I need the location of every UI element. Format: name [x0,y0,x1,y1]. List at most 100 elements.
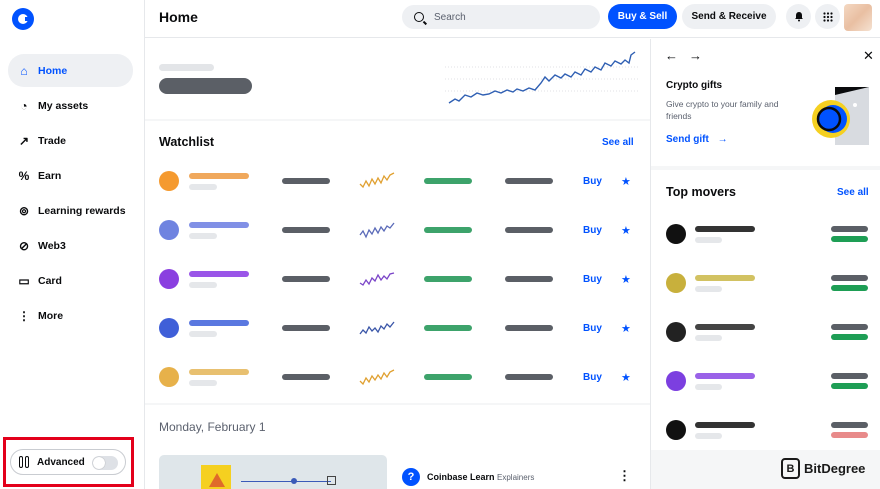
coin-symbol-placeholder [189,184,217,190]
trend-icon: ↗ [18,133,30,148]
thumbnail-square [327,476,336,485]
watchlist-row[interactable]: Buy ★ [145,205,650,254]
coin-symbol-placeholder [695,286,722,292]
watchlist-see-all-link[interactable]: See all [602,137,634,148]
coinbase-learn-icon: ? [402,468,420,486]
mover-row[interactable] [651,357,880,406]
percent-icon: % [18,168,30,183]
change-placeholder [424,325,472,331]
sidebar-item-home[interactable]: ⌂ Home [8,54,133,87]
balance-label-placeholder [159,64,214,71]
coin-name-placeholder [695,422,755,428]
sidebar-item-earn[interactable]: % Earn [8,159,133,192]
mover-row[interactable] [651,308,880,357]
search-placeholder: Search [434,11,466,23]
send-gift-link[interactable]: Send gift → [666,134,728,145]
sparkline [359,321,395,335]
price-placeholder [831,373,868,379]
sidebar-item-my-assets[interactable]: ◔ My assets [8,89,133,122]
star-icon[interactable]: ★ [621,273,631,286]
more-icon: ⋮ [18,308,30,323]
change-placeholder [831,432,868,438]
sidebar-item-learning-rewards[interactable]: ⊚ Learning rewards [8,194,133,227]
close-icon[interactable]: ✕ [863,48,874,64]
price-placeholder [282,276,330,282]
price-placeholder [831,275,868,281]
star-icon[interactable]: ★ [621,224,631,237]
market-cap-placeholder [505,325,553,331]
thumbnail-dot [291,478,297,484]
sidebar-item-more[interactable]: ⋮ More [8,299,133,332]
page-title: Home [159,9,198,25]
arrow-right-icon[interactable]: → [689,48,702,63]
coin-symbol-placeholder [695,237,722,243]
apps-grid-icon[interactable] [815,4,840,29]
watchlist-row[interactable]: Buy ★ [145,303,650,352]
article-more-icon[interactable]: ⋮ [618,468,631,484]
advanced-toggle-row[interactable]: Advanced [10,449,126,475]
buy-link[interactable]: Buy [583,176,602,187]
price-placeholder [831,422,868,428]
coin-icon [159,318,179,338]
mover-row[interactable] [651,259,880,308]
advanced-icon [19,456,31,468]
article-tag: Explainers [497,473,535,482]
market-cap-placeholder [505,178,553,184]
top-movers-card: Top movers See all [651,170,880,450]
sidebar-item-web3[interactable]: ⊘ Web3 [8,229,133,262]
watchlist-row[interactable]: Buy ★ [145,352,650,401]
portfolio-card [145,39,650,119]
gift-title: Crypto gifts [666,80,723,91]
star-icon[interactable]: ★ [621,371,631,384]
market-cap-placeholder [505,276,553,282]
sparkline [359,272,395,286]
star-icon[interactable]: ★ [621,175,631,188]
right-panel: ← → ✕ Crypto gifts Give crypto to your f… [650,39,880,489]
buy-link[interactable]: Buy [583,274,602,285]
search-input[interactable]: Search [402,5,600,29]
coinbase-logo-icon[interactable] [12,8,34,30]
watchlist-row[interactable]: Buy ★ [145,156,650,205]
mover-row[interactable] [651,210,880,259]
coin-symbol-placeholder [189,282,217,288]
watchlist-row[interactable]: Buy ★ [145,254,650,303]
price-placeholder [831,226,868,232]
buy-sell-button[interactable]: Buy & Sell [608,4,677,29]
notifications-bell-icon[interactable] [786,4,811,29]
avatar[interactable] [844,4,872,31]
advanced-toggle[interactable] [92,456,118,470]
buy-link[interactable]: Buy [583,225,602,236]
gift-illustration [812,87,869,145]
change-placeholder [831,334,868,340]
article-source[interactable]: Coinbase Learn [427,472,495,482]
advanced-label: Advanced [37,456,85,468]
mover-row[interactable] [651,406,880,455]
bitdegree-logo-icon: B [781,458,800,479]
price-placeholder [831,324,868,330]
sidebar-item-card[interactable]: ▭ Card [8,264,133,297]
coin-icon [666,420,686,440]
buy-link[interactable]: Buy [583,372,602,383]
price-placeholder [282,374,330,380]
home-icon: ⌂ [20,63,28,78]
top-movers-see-all-link[interactable]: See all [837,187,869,198]
sidebar-item-trade[interactable]: ↗ Trade [8,124,133,157]
buy-link[interactable]: Buy [583,323,602,334]
coin-icon [159,269,179,289]
sidebar-item-label: Card [38,274,62,287]
advanced-highlight-box: Advanced [3,437,134,487]
sparkline [359,172,395,189]
thumbnail-triangle [209,473,225,487]
coin-name-placeholder [189,320,249,326]
article-thumbnail[interactable] [159,455,387,489]
send-receive-button[interactable]: Send & Receive [682,4,776,29]
coin-name-placeholder [695,275,755,281]
watermark-text: BitDegree [804,461,866,476]
coin-name-placeholder [189,369,249,375]
price-placeholder [282,227,330,233]
arrow-left-icon[interactable]: ← [665,48,678,63]
news-card: Monday, February 1 ? Coinbase Learn Expl… [145,405,650,489]
coin-symbol-placeholder [189,380,217,386]
coin-icon [159,171,179,191]
star-icon[interactable]: ★ [621,322,631,335]
